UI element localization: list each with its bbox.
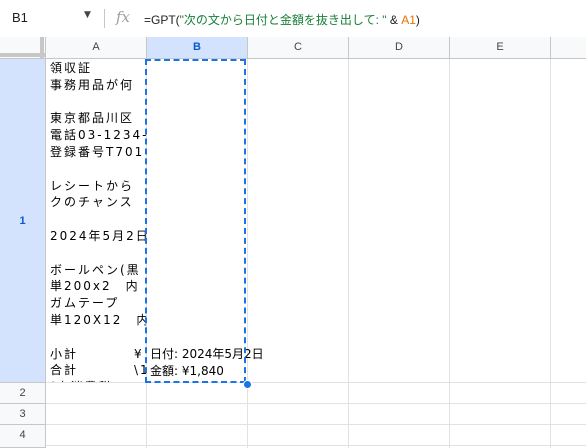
freeze-row-handle[interactable] [0, 53, 46, 57]
row-header-3[interactable]: 3 [0, 404, 46, 425]
fx-icon: fx [116, 8, 131, 26]
cell-a1[interactable]: 領収証 事務用品が何 東京都品川区 電話03-1234-5 登録番号T701 レ… [50, 60, 146, 382]
fill-handle[interactable] [243, 380, 252, 389]
formula-string: "次の文から日付と金額を抜き出して: " [179, 13, 387, 27]
column-header-d[interactable]: D [349, 37, 450, 59]
formula-input[interactable]: =GPT("次の文から日付と金額を抜き出して: " & A1) [144, 11, 420, 28]
chevron-down-icon[interactable]: ▼ [84, 10, 91, 20]
grid-line [46, 382, 586, 383]
cell-b1-text: 日付: 2024年5月2日 金額: ¥1,840 [150, 347, 264, 378]
formula-ref: A1 [401, 13, 416, 27]
column-header-a[interactable]: A [46, 37, 147, 59]
grid-line [449, 59, 450, 448]
grid-line [550, 59, 551, 448]
formula-bar: B1 ▼ fx =GPT("次の文から日付と金額を抜き出して: " & A1) [0, 0, 586, 38]
row-header-1[interactable]: 1 [0, 59, 46, 383]
formula-suffix: ) [415, 13, 420, 27]
grid-line [247, 59, 248, 448]
column-header-e[interactable]: E [450, 37, 551, 59]
row-header-2[interactable]: 2 [0, 383, 46, 404]
grid-line [46, 445, 586, 446]
column-header-b[interactable]: B [147, 37, 248, 59]
select-all-corner[interactable] [0, 37, 46, 59]
cell-b1[interactable]: 日付: 2024年5月2日 金額: ¥1,840 [147, 60, 264, 382]
grid-line [348, 59, 349, 448]
name-box[interactable]: B1 ▼ [0, 0, 104, 37]
column-header-f[interactable] [551, 37, 586, 59]
grid-line [46, 403, 586, 404]
grid-line [46, 424, 586, 425]
row-header-4[interactable]: 4 [0, 425, 46, 448]
formula-amp: & [386, 13, 402, 27]
name-box-value: B1 [12, 10, 28, 25]
formula-prefix: =GPT( [144, 13, 180, 27]
formula-bar-divider [104, 9, 105, 28]
column-header-c[interactable]: C [248, 37, 349, 59]
